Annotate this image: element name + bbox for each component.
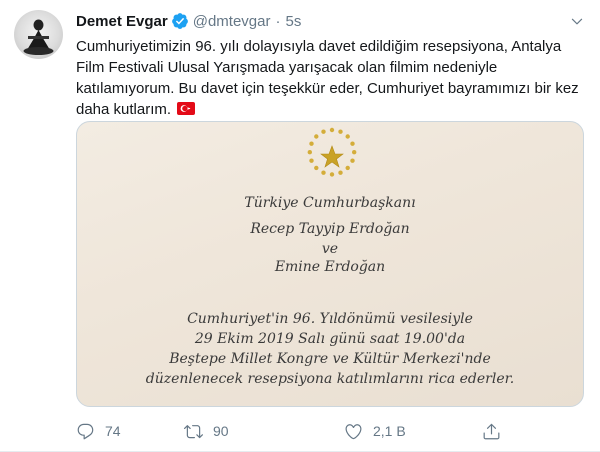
tweet-text: Cumhuriyetimizin 96. yılı dolayısıyla da… (76, 36, 586, 120)
invitation-line-2: Recep Tayyip Erdoğan (250, 221, 410, 237)
user-handle[interactable]: @dmtevgar (193, 13, 271, 30)
retweet-icon (184, 424, 203, 438)
heart-icon (345, 423, 362, 439)
like-count: 2,1 B (373, 423, 406, 439)
invitation-line-6: 29 Ekim 2019 Salı günü saat 19.00'da (194, 331, 466, 347)
invitation-image[interactable]: Türkiye Cumhurbaşkanı Recep Tayyip Erdoğ… (76, 121, 584, 407)
chevron-down-icon[interactable] (568, 12, 586, 30)
retweet-button[interactable]: 90 (184, 420, 229, 442)
invitation-line-5: Cumhuriyet'in 96. Yıldönümü vesilesiyle (187, 311, 473, 327)
verified-badge-icon (171, 12, 189, 30)
tweet-actions: 74 90 2,1 B (76, 420, 506, 442)
tweet-header: Demet Evgar @dmtevgar · 5s (76, 10, 301, 32)
share-button[interactable] (482, 420, 501, 442)
tweet[interactable]: Demet Evgar @dmtevgar · 5s Cumhuriyetimi… (0, 0, 600, 452)
reply-button[interactable]: 74 (76, 420, 121, 442)
reply-count: 74 (105, 423, 121, 439)
invitation-line-8: düzenlenecek resepsiyona katılımlarını r… (145, 371, 515, 387)
like-button[interactable]: 2,1 B (344, 420, 406, 442)
invitation-line-3: ve (321, 241, 339, 257)
invitation-line-7: Beştepe Millet Kongre ve Kültür Merkezi'… (169, 351, 491, 367)
retweet-count: 90 (213, 423, 229, 439)
presidential-seal-icon (307, 127, 357, 177)
reply-icon (77, 423, 94, 439)
separator-dot: · (275, 12, 281, 30)
invitation-line-4: Emine Erdoğan (274, 259, 386, 275)
timestamp[interactable]: 5s (285, 13, 301, 30)
share-icon (483, 423, 500, 439)
tweet-body: Cumhuriyetimizin 96. yılı dolayısıyla da… (76, 38, 583, 118)
turkey-flag-icon (177, 100, 196, 115)
display-name[interactable]: Demet Evgar (76, 13, 168, 30)
invitation-line-1: Türkiye Cumhurbaşkanı (244, 195, 416, 211)
avatar[interactable] (14, 10, 63, 59)
